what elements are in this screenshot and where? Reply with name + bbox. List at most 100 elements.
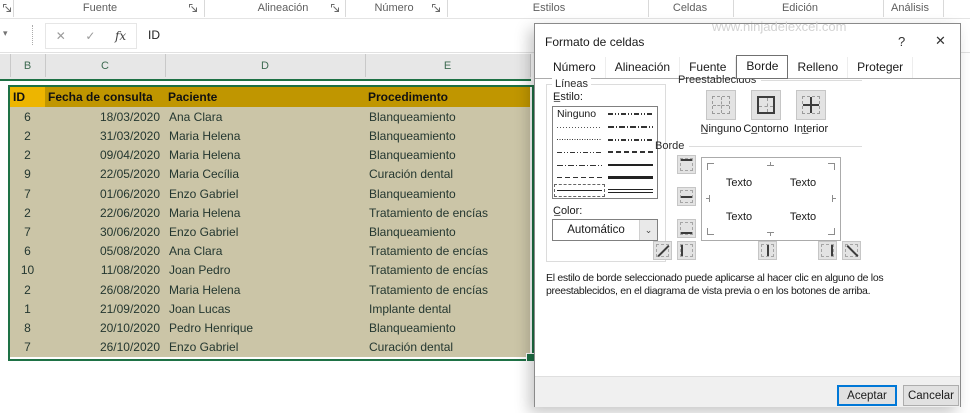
cell-procedimiento[interactable]: Blanqueamiento: [365, 107, 530, 126]
cell-id[interactable]: 7: [10, 338, 45, 357]
line-style-hairline[interactable]: [554, 121, 605, 134]
cell-fecha[interactable]: 05/08/2020: [45, 242, 165, 261]
line-style-none[interactable]: Ninguno: [554, 108, 605, 121]
preset-ninguno-button[interactable]: [706, 90, 736, 120]
cell-fecha[interactable]: 18/03/2020: [45, 107, 165, 126]
cell-procedimiento[interactable]: Blanqueamiento: [365, 319, 530, 338]
tab-alineacion[interactable]: Alineación: [606, 57, 681, 78]
border-bottom-button[interactable]: [677, 219, 696, 238]
cell-procedimiento[interactable]: Tratamiento de encías: [365, 261, 530, 280]
active-cell-id-header[interactable]: ID: [10, 87, 45, 107]
help-icon[interactable]: ?: [898, 34, 905, 49]
cell-fecha[interactable]: 22/05/2020: [45, 165, 165, 184]
tab-numero[interactable]: Número: [544, 57, 606, 78]
cell-paciente[interactable]: Maria Helena: [165, 126, 365, 145]
close-icon[interactable]: ✕: [935, 33, 946, 49]
cell-procedimiento[interactable]: Blanqueamiento: [365, 126, 530, 145]
cancel-icon[interactable]: ✕: [56, 29, 66, 43]
column-header-d[interactable]: D: [165, 54, 366, 77]
cell-procedimiento[interactable]: Tratamiento de encías: [365, 280, 530, 299]
line-style-thick[interactable]: [605, 172, 656, 185]
cell-fecha[interactable]: 11/08/2020: [45, 261, 165, 280]
cell-fecha[interactable]: 31/03/2020: [45, 126, 165, 145]
cell-procedimiento[interactable]: Curación dental: [365, 338, 530, 357]
cell-fecha[interactable]: 09/04/2020: [45, 145, 165, 164]
border-vertical-middle-button[interactable]: [758, 241, 777, 260]
cell-procedimiento[interactable]: Blanqueamiento: [365, 222, 530, 241]
line-style-dashdotdot[interactable]: [554, 146, 605, 159]
cell-id[interactable]: 10: [10, 261, 45, 280]
dialog-launcher-icon[interactable]: [330, 3, 341, 14]
dialog-launcher-icon[interactable]: [2, 3, 13, 14]
cell-paciente[interactable]: Maria Helena: [165, 280, 365, 299]
cell-paciente[interactable]: Ana Clara: [165, 242, 365, 261]
border-top-button[interactable]: [677, 155, 696, 174]
cell-id[interactable]: 8: [10, 319, 45, 338]
aceptar-button[interactable]: Aceptar: [837, 385, 897, 406]
cell-id[interactable]: 2: [10, 145, 45, 164]
cell-id[interactable]: 2: [10, 203, 45, 222]
column-header-b[interactable]: B: [10, 54, 46, 77]
cell-paciente[interactable]: Maria Helena: [165, 145, 365, 164]
line-style-med-dashed[interactable]: [605, 146, 656, 159]
cell-fecha[interactable]: 30/06/2020: [45, 222, 165, 241]
name-box-dropdown-icon[interactable]: ▾: [3, 28, 8, 39]
line-style-med-slantdash[interactable]: [605, 121, 656, 134]
dialog-launcher-icon[interactable]: [431, 3, 442, 14]
insert-function-icon[interactable]: fx: [115, 29, 126, 43]
header-paciente[interactable]: Paciente: [165, 87, 365, 107]
header-procedimiento[interactable]: Procedimento: [365, 87, 530, 107]
cell-procedimiento[interactable]: Blanqueamiento: [365, 184, 530, 203]
border-diagonal-up-button[interactable]: [653, 241, 672, 260]
color-dropdown[interactable]: Automático ⌄: [552, 219, 658, 241]
column-header-c[interactable]: C: [45, 54, 166, 77]
preset-interior-label[interactable]: Int̲erior: [781, 123, 841, 135]
tab-borde[interactable]: Borde: [736, 55, 789, 79]
preset-contorno-button[interactable]: [751, 90, 781, 120]
cell-paciente[interactable]: Joan Lucas: [165, 299, 365, 318]
line-style-med-dashdot[interactable]: [605, 133, 656, 146]
cell-id[interactable]: 6: [10, 242, 45, 261]
cell-paciente[interactable]: Enzo Gabriel: [165, 184, 365, 203]
border-right-button[interactable]: [818, 241, 837, 260]
line-style-med-dashdotdot[interactable]: [605, 108, 656, 121]
preset-interior-button[interactable]: [796, 90, 826, 120]
cell-procedimiento[interactable]: Curación dental: [365, 165, 530, 184]
cell-fecha[interactable]: 01/06/2020: [45, 184, 165, 203]
cell-fecha[interactable]: 26/10/2020: [45, 338, 165, 357]
cell-id[interactable]: 6: [10, 107, 45, 126]
cell-paciente[interactable]: Enzo Gabriel: [165, 338, 365, 357]
cell-procedimiento[interactable]: Blanqueamiento: [365, 145, 530, 164]
line-style-medium[interactable]: [605, 159, 656, 172]
cell-procedimiento[interactable]: Implante dental: [365, 299, 530, 318]
cell-paciente[interactable]: Ana Clara: [165, 107, 365, 126]
cancelar-button[interactable]: Cancelar: [903, 385, 959, 406]
cell-id[interactable]: 7: [10, 222, 45, 241]
border-diagonal-down-button[interactable]: [842, 241, 861, 260]
line-style-dotted[interactable]: [554, 133, 605, 146]
cell-fecha[interactable]: 20/10/2020: [45, 319, 165, 338]
cell-paciente[interactable]: Maria Cecília: [165, 165, 365, 184]
cell-paciente[interactable]: Maria Helena: [165, 203, 365, 222]
enter-icon[interactable]: ✓: [85, 29, 95, 43]
line-style-thin-selected[interactable]: [554, 184, 605, 197]
dialog-launcher-icon[interactable]: [188, 3, 199, 14]
cell-procedimiento[interactable]: Tratamiento de encías: [365, 203, 530, 222]
border-horizontal-middle-button[interactable]: [677, 187, 696, 206]
header-fecha[interactable]: Fecha de consulta: [45, 87, 165, 107]
formula-bar-handle[interactable]: [32, 25, 33, 45]
cell-procedimiento[interactable]: Tratamiento de encías: [365, 242, 530, 261]
border-left-button[interactable]: [677, 241, 696, 260]
cell-paciente[interactable]: Joan Pedro: [165, 261, 365, 280]
line-style-double[interactable]: [605, 184, 656, 197]
cell-fecha[interactable]: 21/09/2020: [45, 299, 165, 318]
line-style-dashdot[interactable]: [554, 159, 605, 172]
formula-input[interactable]: ID: [140, 23, 528, 47]
line-style-dashed[interactable]: [554, 172, 605, 185]
border-preview[interactable]: Texto Texto Texto Texto: [701, 157, 841, 241]
cell-paciente[interactable]: Enzo Gabriel: [165, 222, 365, 241]
cell-id[interactable]: 1: [10, 299, 45, 318]
cell-id[interactable]: 2: [10, 280, 45, 299]
cell-id[interactable]: 7: [10, 184, 45, 203]
cell-id[interactable]: 9: [10, 165, 45, 184]
